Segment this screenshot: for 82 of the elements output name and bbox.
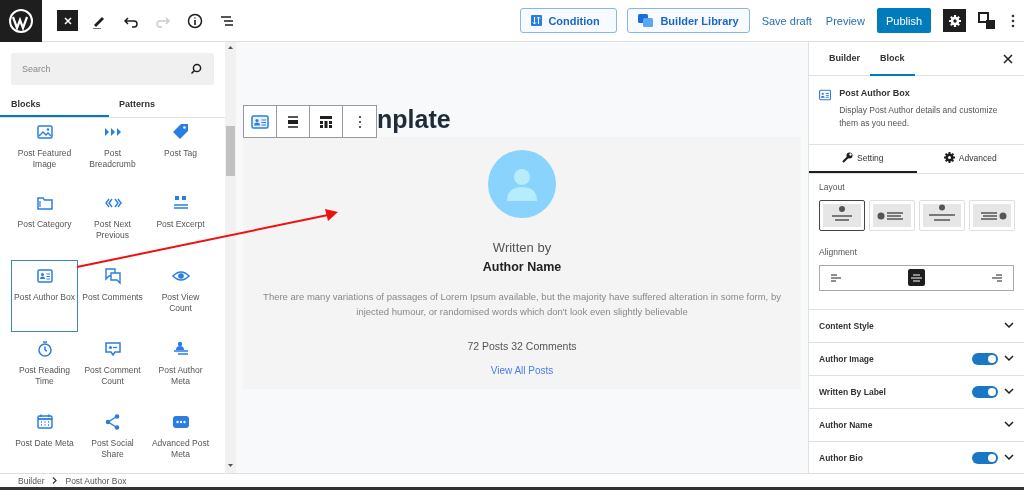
gear-icon bbox=[948, 14, 961, 27]
block-item[interactable]: Post Author Meta bbox=[147, 333, 214, 405]
chevron-down-icon[interactable] bbox=[1004, 421, 1014, 428]
block-item[interactable]: Post Excerpt bbox=[147, 187, 214, 259]
panel-title[interactable]: Written By Label bbox=[819, 386, 966, 397]
author-bio: There are many variations of passages of Lorem Ipsum available, but the majority have suffered alteration in some form, by injected humour, or randomised words which don't look even slightly believable bbox=[262, 290, 782, 319]
author-stats: 72 Posts 32 Comments bbox=[467, 339, 577, 352]
block-item[interactable]: Post Category bbox=[11, 187, 78, 259]
dots-bubble-icon bbox=[171, 413, 190, 431]
toggle-switch[interactable] bbox=[972, 385, 998, 398]
tab[interactable]: Block bbox=[870, 42, 915, 76]
wrench-icon bbox=[842, 152, 853, 163]
id-card-icon bbox=[819, 88, 832, 102]
sort-icon bbox=[531, 15, 543, 26]
align-center-icon[interactable] bbox=[908, 269, 925, 286]
comment-icon bbox=[103, 340, 122, 358]
panel-title[interactable]: Content Style bbox=[819, 320, 998, 331]
field-label: Alignment bbox=[819, 246, 858, 257]
header-link[interactable]: Preview bbox=[823, 14, 867, 27]
settings-button[interactable] bbox=[943, 9, 966, 32]
page-title: nplate bbox=[377, 107, 451, 132]
block-item[interactable]: Post Author Box bbox=[11, 260, 78, 332]
block-item[interactable]: Post Tag bbox=[147, 120, 214, 186]
more-options-icon[interactable] bbox=[1011, 13, 1015, 28]
panel-title[interactable]: Author Name bbox=[819, 419, 998, 430]
header-button[interactable]: Condition bbox=[520, 8, 618, 33]
tag-icon bbox=[171, 123, 190, 141]
breadcrumb-link[interactable]: Post Author Box bbox=[65, 475, 127, 486]
id-card-icon[interactable] bbox=[251, 112, 269, 131]
stopwatch-icon bbox=[35, 340, 54, 358]
chevron-down-icon[interactable] bbox=[1004, 322, 1014, 329]
image-icon bbox=[35, 123, 54, 141]
block-item[interactable]: Advanced Post Meta bbox=[147, 406, 214, 473]
chevron-right-icon bbox=[52, 477, 58, 484]
close-button[interactable] bbox=[1002, 52, 1014, 65]
close-icon[interactable] bbox=[57, 10, 78, 31]
wordpress-logo[interactable] bbox=[0, 0, 42, 42]
block-item[interactable]: Post Reading Time bbox=[11, 333, 78, 405]
tab[interactable]: Blocks bbox=[0, 93, 109, 117]
blocks-button[interactable] bbox=[976, 9, 998, 32]
folder-icon bbox=[35, 194, 54, 212]
block-name: Post Author Box bbox=[839, 88, 911, 98]
author-name: Author Name bbox=[482, 260, 562, 274]
block-item[interactable]: Post Comments bbox=[79, 260, 146, 332]
panel-title[interactable]: Author Image bbox=[819, 353, 966, 364]
chevron-down-icon[interactable] bbox=[1004, 388, 1014, 395]
block-item[interactable]: Post Featured Image bbox=[11, 120, 78, 186]
share-icon bbox=[103, 413, 122, 431]
chevron-down-icon[interactable] bbox=[1004, 355, 1014, 362]
layout-option[interactable] bbox=[819, 199, 865, 231]
block-item[interactable]: Post Next Previous bbox=[79, 187, 146, 259]
header-button[interactable]: Builder Library bbox=[627, 8, 750, 33]
toggle-switch[interactable] bbox=[972, 451, 998, 464]
toggle-switch[interactable] bbox=[972, 352, 998, 365]
tab[interactable]: Patterns bbox=[109, 93, 218, 117]
stacked-squares-icon bbox=[638, 13, 655, 28]
quote-lines-icon bbox=[171, 194, 190, 212]
tab[interactable]: Advanced bbox=[916, 144, 1024, 173]
id-card-icon bbox=[35, 267, 54, 285]
person-lines-icon bbox=[171, 340, 190, 358]
gear-icon bbox=[943, 152, 955, 163]
breadcrumb-link[interactable]: Builder bbox=[18, 475, 45, 486]
header-link[interactable]: Save draft bbox=[759, 14, 814, 27]
publish-button[interactable]: Publish bbox=[876, 8, 931, 33]
block-item[interactable]: Post Social Share bbox=[79, 406, 146, 473]
block-item[interactable]: Post Comment Count bbox=[79, 333, 146, 405]
calendar-icon bbox=[35, 413, 54, 431]
search-icon bbox=[190, 63, 202, 75]
tab[interactable]: Setting bbox=[809, 144, 917, 173]
written-by-label: Written by bbox=[492, 240, 552, 255]
search-field[interactable]: Search bbox=[11, 53, 214, 85]
field-label: Layout bbox=[819, 181, 846, 192]
block-item[interactable]: Post Breadcrumb bbox=[79, 120, 146, 186]
block-item[interactable]: Post Date Meta bbox=[11, 406, 78, 473]
tab[interactable]: Builder bbox=[819, 42, 870, 76]
avatar-icon bbox=[488, 150, 556, 218]
block-description: Display Post Author details and customize them as you need. bbox=[839, 104, 999, 130]
view-all-posts-link[interactable]: View All Posts bbox=[490, 364, 554, 376]
block-item[interactable]: Post View Count bbox=[147, 260, 214, 332]
chat-bubbles-icon bbox=[103, 267, 122, 285]
panel-title[interactable]: Author Bio bbox=[819, 452, 966, 463]
chevron-down-icon[interactable] bbox=[1004, 454, 1014, 461]
